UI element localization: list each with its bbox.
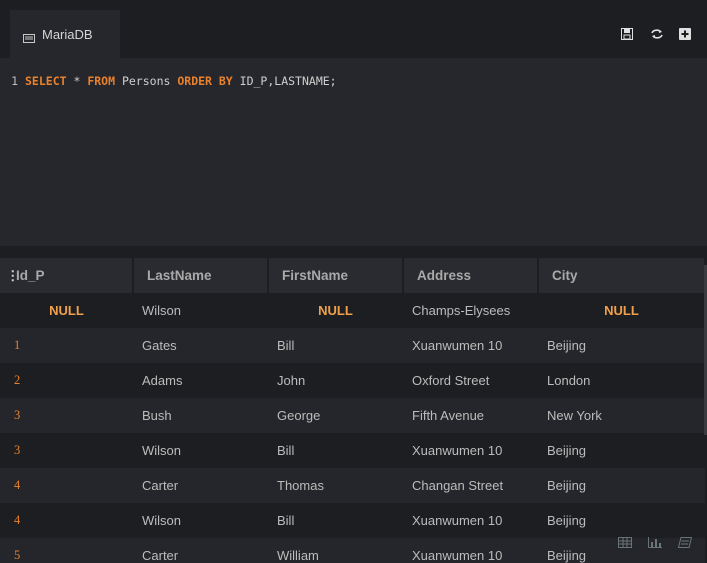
add-icon[interactable]: [679, 27, 693, 41]
cell-lastname[interactable]: Carter: [133, 468, 268, 503]
column-header-id_p[interactable]: ⋮Id_P: [0, 258, 134, 293]
form-view-icon[interactable]: [677, 535, 693, 548]
cell-city[interactable]: NULL: [538, 293, 705, 328]
column-header-address[interactable]: Address: [403, 258, 539, 293]
table-row[interactable]: 2 Adams John Oxford Street London: [0, 363, 705, 398]
cell-address[interactable]: Fifth Avenue: [403, 398, 538, 433]
cell-city[interactable]: Beijing: [538, 468, 705, 503]
cell-firstname[interactable]: Bill: [268, 433, 403, 468]
cell-firstname[interactable]: NULL: [268, 293, 403, 328]
column-header-firstname[interactable]: FirstName: [268, 258, 404, 293]
tab-bar: MariaDB: [0, 0, 707, 58]
cell-firstname[interactable]: Thomas: [268, 468, 403, 503]
results-grid: ⋮Id_P LastName FirstName Address City NU…: [0, 258, 707, 563]
cell-id_p[interactable]: 4: [0, 468, 133, 503]
sql-keyword: FROM: [87, 74, 116, 88]
sql-editor[interactable]: 1 SELECT * FROM Persons ORDER BY ID_P,LA…: [0, 58, 707, 246]
sql-keyword: SELECT: [25, 74, 67, 88]
cell-id_p[interactable]: 3: [0, 433, 133, 468]
cell-city[interactable]: New York: [538, 398, 705, 433]
database-icon: [23, 30, 35, 43]
cell-firstname[interactable]: George: [268, 398, 403, 433]
cell-lastname[interactable]: Wilson: [133, 503, 268, 538]
table-row[interactable]: 4 Wilson Bill Xuanwumen 10 Beijing: [0, 503, 705, 538]
table-view-icon[interactable]: [618, 535, 633, 548]
cell-id_p[interactable]: 1: [0, 328, 133, 363]
cell-city[interactable]: London: [538, 363, 705, 398]
cell-firstname[interactable]: John: [268, 363, 403, 398]
cell-address[interactable]: Changan Street: [403, 468, 538, 503]
save-icon[interactable]: [621, 27, 635, 41]
cell-address[interactable]: Champs-Elysees: [403, 293, 538, 328]
cell-address[interactable]: Xuanwumen 10: [403, 328, 538, 363]
cell-firstname[interactable]: Bill: [268, 503, 403, 538]
cell-address[interactable]: Xuanwumen 10: [403, 503, 538, 538]
cell-address[interactable]: Xuanwumen 10: [403, 538, 538, 563]
table-row[interactable]: 1 Gates Bill Xuanwumen 10 Beijing: [0, 328, 705, 363]
column-header-city[interactable]: City: [538, 258, 706, 293]
cell-lastname[interactable]: Carter: [133, 538, 268, 563]
drag-handle-icon[interactable]: ⋮: [0, 268, 20, 284]
sql-text: *: [66, 74, 88, 88]
cell-lastname[interactable]: Bush: [133, 398, 268, 433]
line-number: 1: [11, 74, 18, 88]
cell-firstname[interactable]: Bill: [268, 328, 403, 363]
table-row[interactable]: 5 Carter William Xuanwumen 10 Beijing: [0, 538, 705, 563]
cell-id_p[interactable]: 4: [0, 503, 133, 538]
header-row: ⋮Id_P LastName FirstName Address City: [0, 258, 706, 293]
table-row[interactable]: 3 Bush George Fifth Avenue New York: [0, 398, 705, 433]
sql-keyword: ORDER BY: [177, 74, 233, 88]
cell-lastname[interactable]: Adams: [133, 363, 268, 398]
column-header-lastname[interactable]: LastName: [133, 258, 269, 293]
view-toggle-bar: [618, 535, 693, 548]
cell-id_p[interactable]: 3: [0, 398, 133, 433]
tab-label: MariaDB: [42, 26, 93, 42]
cell-firstname[interactable]: William: [268, 538, 403, 563]
table-row[interactable]: 3 Wilson Bill Xuanwumen 10 Beijing: [0, 433, 705, 468]
table-row[interactable]: 4 Carter Thomas Changan Street Beijing: [0, 468, 705, 503]
cell-id_p[interactable]: 5: [0, 538, 133, 563]
cell-lastname[interactable]: Wilson: [133, 433, 268, 468]
cell-address[interactable]: Oxford Street: [403, 363, 538, 398]
code-line: 1 SELECT * FROM Persons ORDER BY ID_P,LA…: [0, 74, 337, 90]
cell-address[interactable]: Xuanwumen 10: [403, 433, 538, 468]
cell-city[interactable]: Beijing: [538, 433, 705, 468]
table-row[interactable]: NULL Wilson NULL Champs-Elysees NULL: [0, 293, 705, 328]
sql-text: Persons: [115, 74, 178, 88]
results-table: ⋮Id_P LastName FirstName Address City NU…: [0, 258, 706, 563]
cell-lastname[interactable]: Gates: [133, 328, 268, 363]
cell-id_p[interactable]: NULL: [0, 293, 133, 328]
sql-text: ID_P,LASTNAME;: [232, 74, 337, 88]
cell-city[interactable]: Beijing: [538, 328, 705, 363]
tab-mariadb[interactable]: MariaDB: [10, 10, 120, 58]
cell-lastname[interactable]: Wilson: [133, 293, 268, 328]
cell-id_p[interactable]: 2: [0, 363, 133, 398]
toolbar: [621, 27, 693, 41]
refresh-icon[interactable]: [650, 27, 664, 41]
chart-view-icon[interactable]: [648, 535, 663, 548]
cell-city[interactable]: Beijing: [538, 503, 705, 538]
